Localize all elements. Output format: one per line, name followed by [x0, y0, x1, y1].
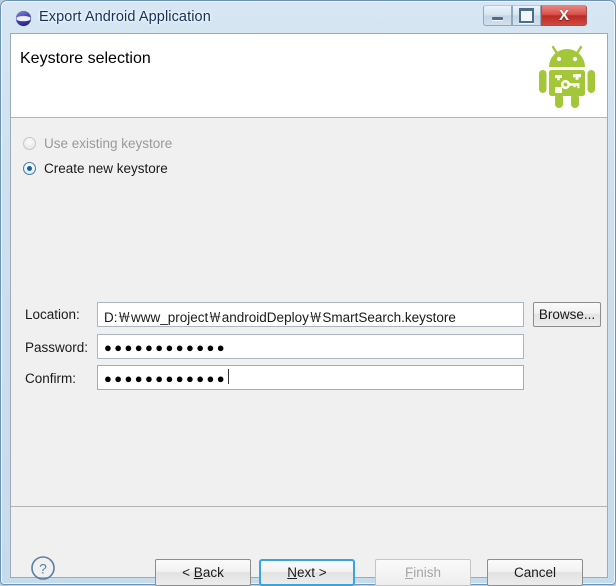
finish-button-label: Finish — [404, 565, 441, 580]
password-input[interactable]: ●●●●●●●●●●●● — [97, 334, 524, 359]
radio-use-existing-keystore[interactable]: Use existing keystore — [23, 133, 172, 153]
text-caret — [228, 369, 230, 384]
eclipse-icon — [15, 10, 32, 27]
back-button-label: < Back — [182, 565, 224, 580]
next-button[interactable]: Next > — [259, 559, 355, 586]
browse-button[interactable]: Browse... — [533, 302, 601, 327]
back-button[interactable]: < Back — [155, 559, 251, 586]
android-robot-keystore-icon — [539, 45, 595, 108]
minimize-button[interactable] — [483, 5, 512, 26]
svg-text:?: ? — [39, 560, 47, 576]
location-input[interactable]: D:￦www_project￦androidDeploy￦SmartSearch… — [97, 302, 524, 327]
maximize-icon — [513, 6, 540, 25]
dialog-footer: ? < Back Next > Finish Cancel — [11, 507, 607, 586]
form-panel: Use existing keystore Create new keystor… — [11, 119, 607, 507]
radio-create-new-keystore[interactable]: Create new keystore — [23, 158, 168, 178]
confirm-label: Confirm: — [25, 371, 77, 386]
dialog-client-area: Keystore selection Use existing keystore… — [10, 33, 608, 586]
window-title: Export Android Application — [39, 9, 211, 25]
password-mask-dots: ●●●●●●●●●●●● — [104, 340, 228, 355]
page-title: Keystore selection — [20, 50, 151, 67]
help-icon[interactable]: ? — [30, 555, 56, 581]
password-label: Password: — [25, 340, 89, 355]
close-button[interactable]: X — [541, 5, 587, 26]
finish-button: Finish — [375, 559, 471, 586]
confirm-mask-dots: ●●●●●●●●●●●● — [104, 371, 228, 386]
cancel-button-label: Cancel — [513, 565, 557, 580]
title-bar: Export Android Application X — [1, 1, 616, 37]
close-icon: X — [558, 7, 569, 24]
confirm-password-input[interactable]: ●●●●●●●●●●●● — [97, 365, 524, 390]
radio-button-icon — [23, 161, 36, 175]
minimize-icon — [484, 6, 511, 25]
radio-label: Create new keystore — [44, 160, 168, 176]
location-label: Location: — [25, 307, 80, 322]
next-button-label: Next > — [287, 565, 327, 580]
dialog-window: Export Android Application X Keystore se… — [0, 0, 616, 586]
wizard-header: Keystore selection — [11, 34, 607, 118]
maximize-button[interactable] — [512, 5, 541, 26]
radio-label: Use existing keystore — [44, 135, 173, 151]
cancel-button[interactable]: Cancel — [487, 559, 583, 586]
radio-button-icon — [23, 136, 36, 150]
